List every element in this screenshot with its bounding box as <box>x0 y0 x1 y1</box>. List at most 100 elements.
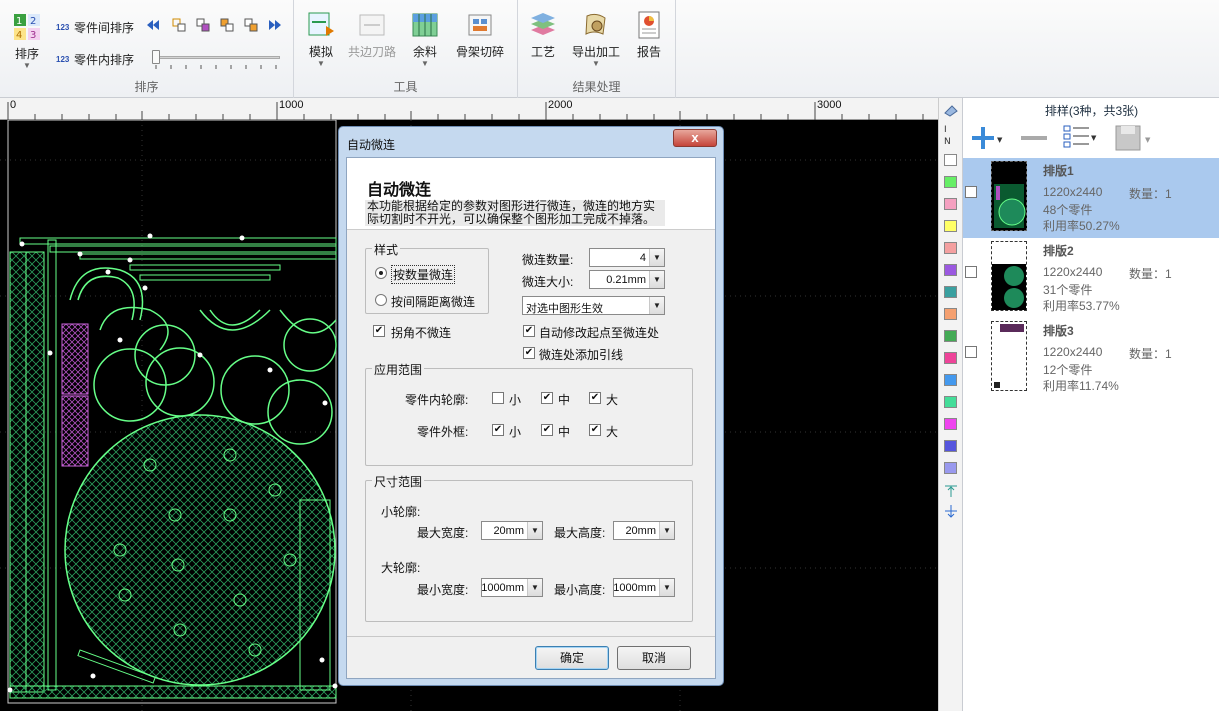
sheet-qty: 数量：1 <box>1129 347 1172 361</box>
save-icon[interactable]: ▼ <box>1113 124 1157 152</box>
max-width-input[interactable]: 20mm ▼ <box>481 521 543 540</box>
color-swatch-pink[interactable] <box>944 198 957 210</box>
color-swatch-green[interactable] <box>944 176 957 188</box>
add-icon[interactable]: ▼ <box>969 124 1003 152</box>
svg-text:▼: ▼ <box>997 136 1003 144</box>
inner-medium-checkbox[interactable]: ✔ <box>541 392 553 404</box>
by-count-radio[interactable] <box>375 267 387 279</box>
color-swatch-white[interactable] <box>944 154 957 166</box>
process-button[interactable]: 工艺 <box>518 10 568 60</box>
small-label: 小 <box>509 425 522 439</box>
chevron-down-icon[interactable]: ▼ <box>527 522 542 539</box>
sort-button[interactable]: 1 2 4 3 排序 ▼ <box>6 12 48 70</box>
common-edge-button[interactable]: 共边刀路 <box>344 10 400 60</box>
outer-small-checkbox[interactable]: ✔ <box>492 424 504 436</box>
min-width-label: 最小宽度: <box>417 583 469 597</box>
color-swatch-blue[interactable] <box>944 374 957 386</box>
joint-count-value: 4 <box>639 252 646 264</box>
slider-thumb[interactable] <box>152 50 160 64</box>
first-icon[interactable] <box>146 18 160 32</box>
sheet-item-1[interactable]: 排版1 1220x2440 数量：1 48个零件 利用率50.27% <box>963 158 1219 238</box>
svg-text:2: 2 <box>30 16 36 27</box>
color-swatch-mint[interactable] <box>944 396 957 408</box>
remnant-button[interactable]: 余料 ▼ <box>400 10 450 68</box>
common-edge-icon <box>357 10 387 40</box>
color-swatch-indigo[interactable] <box>944 440 957 452</box>
joint-size-input[interactable]: 0.21mm ▼ <box>589 270 665 289</box>
sheet-item-2[interactable]: 排版2 1220x2440 数量：1 31个零件 利用率53.77% <box>963 238 1219 318</box>
common-edge-label: 共边刀路 <box>347 45 396 59</box>
chevron-down-icon[interactable]: ▼ <box>659 522 674 539</box>
remove-icon[interactable] <box>1019 124 1049 152</box>
max-height-input[interactable]: 20mm ▼ <box>613 521 675 540</box>
outer-medium-checkbox[interactable]: ✔ <box>541 424 553 436</box>
color-swatch-magenta[interactable] <box>944 352 957 364</box>
within-part-sort-button[interactable]: 123 零件内排序 <box>56 51 134 68</box>
corner-no-joint-checkbox[interactable]: ✔ <box>373 325 385 337</box>
eraser-icon[interactable] <box>943 103 959 117</box>
ok-button[interactable]: 确定 <box>535 646 609 670</box>
chevron-down-icon[interactable]: ▼ <box>649 249 664 266</box>
between-parts-sort-button[interactable]: 123 零件间排序 <box>56 19 134 36</box>
chevron-down-icon[interactable]: ▼ <box>649 297 664 314</box>
chevron-down-icon: ▼ <box>421 59 429 68</box>
color-swatch-teal[interactable] <box>944 286 957 298</box>
sheet-checkbox[interactable] <box>965 186 977 198</box>
sheet-item-3[interactable]: 排版3 1220x2440 数量：1 12个零件 利用率11.74% <box>963 318 1219 398</box>
sheet-name: 排版3 <box>1043 324 1074 338</box>
sheet-checkbox[interactable] <box>965 266 977 278</box>
sheet-qty: 数量：1 <box>1129 267 1172 281</box>
color-swatch-purple[interactable] <box>944 264 957 276</box>
chevron-down-icon[interactable]: ▼ <box>659 579 674 596</box>
sort-progress-slider[interactable] <box>152 50 282 72</box>
simulate-icon <box>306 10 336 40</box>
report-label: 报告 <box>636 45 661 59</box>
step-back-alt-icon[interactable] <box>196 18 210 32</box>
auto-start-checkbox[interactable]: ✔ <box>523 325 535 337</box>
sheet-checkbox[interactable] <box>965 346 977 358</box>
color-swatch-yellow[interactable] <box>944 220 957 232</box>
outer-frame-label: 零件外框: <box>417 425 469 439</box>
sheet-name: 排版1 <box>1043 164 1074 178</box>
skeleton-cut-label: 骨架切碎 <box>455 45 504 59</box>
last-icon[interactable] <box>268 18 282 32</box>
chevron-down-icon[interactable]: ▼ <box>649 271 664 288</box>
move-down-icon[interactable] <box>943 504 959 518</box>
step-back-icon[interactable] <box>172 18 186 32</box>
chevron-down-icon[interactable]: ▼ <box>527 579 542 596</box>
step-forward-icon[interactable] <box>220 18 234 32</box>
chevron-down-icon: ▼ <box>592 59 600 68</box>
remnant-label: 余料 <box>412 45 437 59</box>
joint-size-label: 微连大小: <box>522 275 574 289</box>
color-swatch-violet[interactable] <box>944 418 957 430</box>
sheet-size: 1220x2440 <box>1043 345 1103 359</box>
sheet-thumbnail <box>991 161 1027 231</box>
step-forward-alt-icon[interactable] <box>244 18 258 32</box>
inner-small-checkbox[interactable] <box>492 392 504 404</box>
chevron-down-icon: ▼ <box>317 59 325 68</box>
export-button[interactable]: 导出加工 ▼ <box>570 10 622 68</box>
ruler-label: 0 <box>10 99 17 111</box>
layer-order-icon[interactable]: IN <box>943 122 959 146</box>
apply-mode-select[interactable]: 对选中图形生效 ▼ <box>522 296 665 315</box>
color-swatch-lavender[interactable] <box>944 462 957 474</box>
simulate-button[interactable]: 模拟 ▼ <box>296 10 346 68</box>
color-swatch-orange[interactable] <box>944 308 957 320</box>
dialog-titlebar[interactable]: 自动微连 x <box>339 127 723 157</box>
by-interval-radio[interactable] <box>375 294 387 306</box>
min-height-input[interactable]: 1000mm ▼ <box>613 578 675 597</box>
joint-count-input[interactable]: 4 ▼ <box>589 248 665 267</box>
color-swatch-dark-green[interactable] <box>944 330 957 342</box>
color-swatch-salmon[interactable] <box>944 242 957 254</box>
close-button[interactable]: x <box>673 129 717 147</box>
skeleton-cut-button[interactable]: 骨架切碎 <box>450 10 510 60</box>
sheet-thumbnail <box>991 321 1027 391</box>
report-button[interactable]: 报告 <box>624 10 674 60</box>
inner-large-checkbox[interactable]: ✔ <box>589 392 601 404</box>
outer-large-checkbox[interactable]: ✔ <box>589 424 601 436</box>
cancel-button[interactable]: 取消 <box>617 646 691 670</box>
add-lead-checkbox[interactable]: ✔ <box>523 347 535 359</box>
list-icon[interactable]: ▼ <box>1061 122 1101 152</box>
min-width-input[interactable]: 1000mm ▼ <box>481 578 543 597</box>
move-up-icon[interactable] <box>943 484 959 498</box>
